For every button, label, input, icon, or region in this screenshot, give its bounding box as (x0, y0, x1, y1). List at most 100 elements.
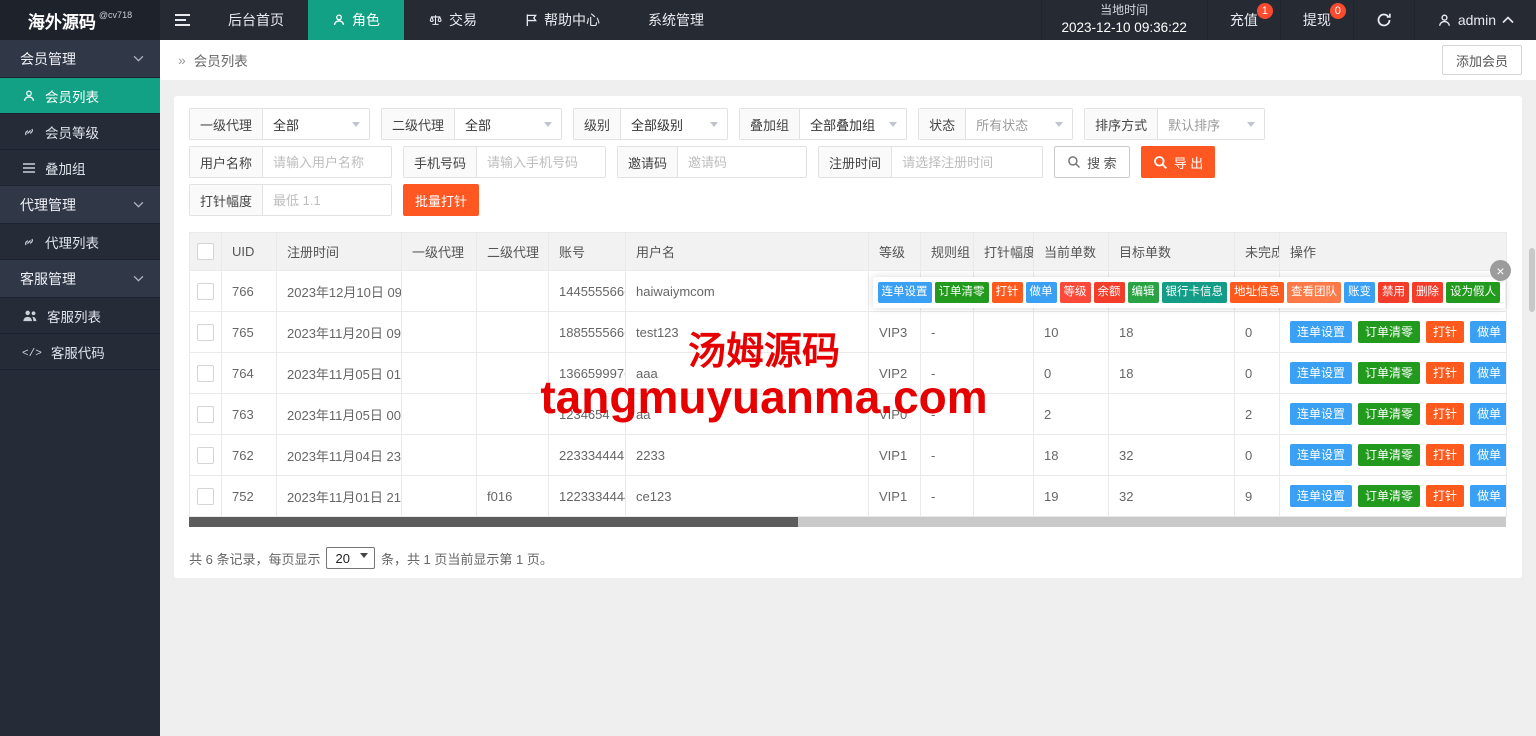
cell-agent1 (402, 312, 477, 353)
inject-button[interactable]: 打针 (1426, 485, 1464, 507)
phone-input[interactable] (477, 147, 605, 177)
sidebar-item-service-list[interactable]: 客服列表 (0, 298, 160, 334)
page-size-select[interactable]: 20 (326, 547, 374, 569)
filter-label: 打针幅度 (190, 185, 263, 215)
clear-orders-button[interactable]: 订单清零 (1358, 485, 1420, 507)
popup-action-make-order[interactable]: 做单 (1026, 282, 1057, 303)
chain-order-settings-button[interactable]: 连单设置 (1290, 403, 1352, 425)
pagination: 共 6 条记录，每页显示 20 条，共 1 页当前显示第 1 页。 (189, 547, 1507, 569)
row-checkbox[interactable] (197, 447, 214, 464)
clear-orders-button[interactable]: 订单清零 (1358, 362, 1420, 384)
inject-button[interactable]: 打针 (1426, 444, 1464, 466)
make-order-button[interactable]: 做单 (1470, 362, 1506, 384)
sidebar-section-agent-mgmt[interactable]: 代理管理 (0, 186, 160, 224)
nav-item-home[interactable]: 后台首页 (204, 0, 308, 40)
admin-menu[interactable]: admin (1414, 0, 1536, 40)
sidebar-item-stack-group[interactable]: 叠加组 (0, 150, 160, 186)
sidebar-section-service-mgmt[interactable]: 客服管理 (0, 260, 160, 298)
make-order-button[interactable]: 做单 (1470, 403, 1506, 425)
chain-order-settings-button[interactable]: 连单设置 (1290, 444, 1352, 466)
nav-item-trade[interactable]: 交易 (404, 0, 501, 40)
popup-action-disable[interactable]: 禁用 (1378, 282, 1409, 303)
sort-filter[interactable]: 默认排序 (1158, 109, 1264, 139)
cell-current: 2 (1034, 394, 1109, 435)
horizontal-scrollbar[interactable] (189, 517, 1506, 527)
popup-action-view-team[interactable]: 查看团队 (1287, 282, 1341, 303)
column-header: 规则组 (921, 233, 974, 271)
clear-orders-button[interactable]: 订单清零 (1358, 321, 1420, 343)
popup-action-level[interactable]: 等级 (1060, 282, 1091, 303)
chain-order-settings-button[interactable]: 连单设置 (1290, 321, 1352, 343)
popup-action-balance-change[interactable]: 账变 (1344, 282, 1375, 303)
status-filter[interactable]: 所有状态 (966, 109, 1072, 139)
table-row: 7522023年11月01日 21:56:27f0161223334444ce1… (190, 476, 1507, 517)
cell-username: 2233 (626, 435, 869, 476)
cell-current: 18 (1034, 435, 1109, 476)
invite-code-input[interactable] (678, 147, 806, 177)
batch-inject-button[interactable]: 批量打针 (403, 184, 479, 216)
popup-action-chain-order-settings[interactable]: 连单设置 (878, 282, 932, 303)
cell-level: VIP1 (869, 476, 921, 517)
row-checkbox[interactable] (197, 324, 214, 341)
recharge-button[interactable]: 充值 1 (1207, 0, 1280, 40)
main-content: » 会员列表 添加会员 一级代理全部二级代理全部级别全部级别叠加组全部叠加组状态… (160, 40, 1536, 736)
popup-action-set-fake-user[interactable]: 设为假人 (1446, 282, 1500, 303)
make-order-button[interactable]: 做单 (1470, 444, 1506, 466)
popup-close-button[interactable]: × (1490, 260, 1511, 281)
column-header: 未完成 (1235, 233, 1280, 271)
vertical-scrollbar-thumb[interactable] (1529, 248, 1535, 312)
level-filter[interactable]: 全部级别 (621, 109, 727, 139)
row-checkbox[interactable] (197, 365, 214, 382)
popup-action-clear-orders[interactable]: 订单清零 (935, 282, 989, 303)
agent2-filter[interactable]: 全部 (455, 109, 561, 139)
filter-label: 用户名称 (190, 147, 263, 177)
sidebar-item-member-list[interactable]: 会员列表 (0, 78, 160, 114)
chain-order-settings-button[interactable]: 连单设置 (1290, 485, 1352, 507)
popup-action-address-info[interactable]: 地址信息 (1230, 282, 1284, 303)
row-checkbox[interactable] (197, 488, 214, 505)
sidebar-item-member-level[interactable]: 会员等级 (0, 114, 160, 150)
nav-item-system[interactable]: 系统管理 (624, 0, 728, 40)
inject-button[interactable]: 打针 (1426, 321, 1464, 343)
sidebar-section-label: 会员管理 (20, 49, 76, 69)
make-order-button[interactable]: 做单 (1470, 321, 1506, 343)
cell-uid: 752 (222, 476, 277, 517)
inject-button[interactable]: 打针 (1426, 403, 1464, 425)
export-button[interactable]: 导 出 (1141, 146, 1216, 178)
row-checkbox[interactable] (197, 283, 214, 300)
clear-orders-button[interactable]: 订单清零 (1358, 403, 1420, 425)
chain-order-settings-button[interactable]: 连单设置 (1290, 362, 1352, 384)
column-header: 二级代理 (477, 233, 549, 271)
refresh-button[interactable] (1353, 0, 1414, 40)
popup-action-balance[interactable]: 余额 (1094, 282, 1125, 303)
select-all-checkbox[interactable] (197, 243, 214, 260)
row-checkbox[interactable] (197, 406, 214, 423)
inject-button[interactable]: 打针 (1426, 362, 1464, 384)
refresh-icon (1376, 12, 1392, 28)
withdraw-button[interactable]: 提现 0 (1280, 0, 1353, 40)
username-input[interactable] (263, 147, 391, 177)
nav-item-role[interactable]: 角色 (308, 0, 404, 40)
add-member-button[interactable]: 添加会员 (1442, 45, 1522, 75)
reg-time-input[interactable] (892, 147, 1042, 177)
search-button[interactable]: 搜 索 (1054, 146, 1130, 178)
sidebar-section-member-mgmt[interactable]: 会员管理 (0, 40, 160, 78)
popup-action-edit[interactable]: 编辑 (1128, 282, 1159, 303)
cell-uid: 766 (222, 271, 277, 312)
inject-range-input[interactable] (263, 185, 391, 215)
link-icon (22, 125, 36, 139)
sidebar-item-service-code[interactable]: </>客服代码 (0, 334, 160, 370)
sidebar-item-agent-list[interactable]: 代理列表 (0, 224, 160, 260)
select-all-cell (190, 233, 222, 271)
popup-action-delete[interactable]: 删除 (1412, 282, 1443, 303)
clear-orders-button[interactable]: 订单清零 (1358, 444, 1420, 466)
app-logo: 海外源码 @cv718 (0, 0, 160, 40)
popup-action-bank-card-info[interactable]: 银行卡信息 (1162, 282, 1228, 303)
popup-action-inject[interactable]: 打针 (992, 282, 1023, 303)
group-filter[interactable]: 全部叠加组 (800, 109, 906, 139)
horizontal-scrollbar-thumb[interactable] (189, 517, 798, 527)
nav-item-help[interactable]: 帮助中心 (501, 0, 624, 40)
make-order-button[interactable]: 做单 (1470, 485, 1506, 507)
agent1-filter[interactable]: 全部 (263, 109, 369, 139)
menu-toggle-button[interactable] (160, 0, 204, 40)
